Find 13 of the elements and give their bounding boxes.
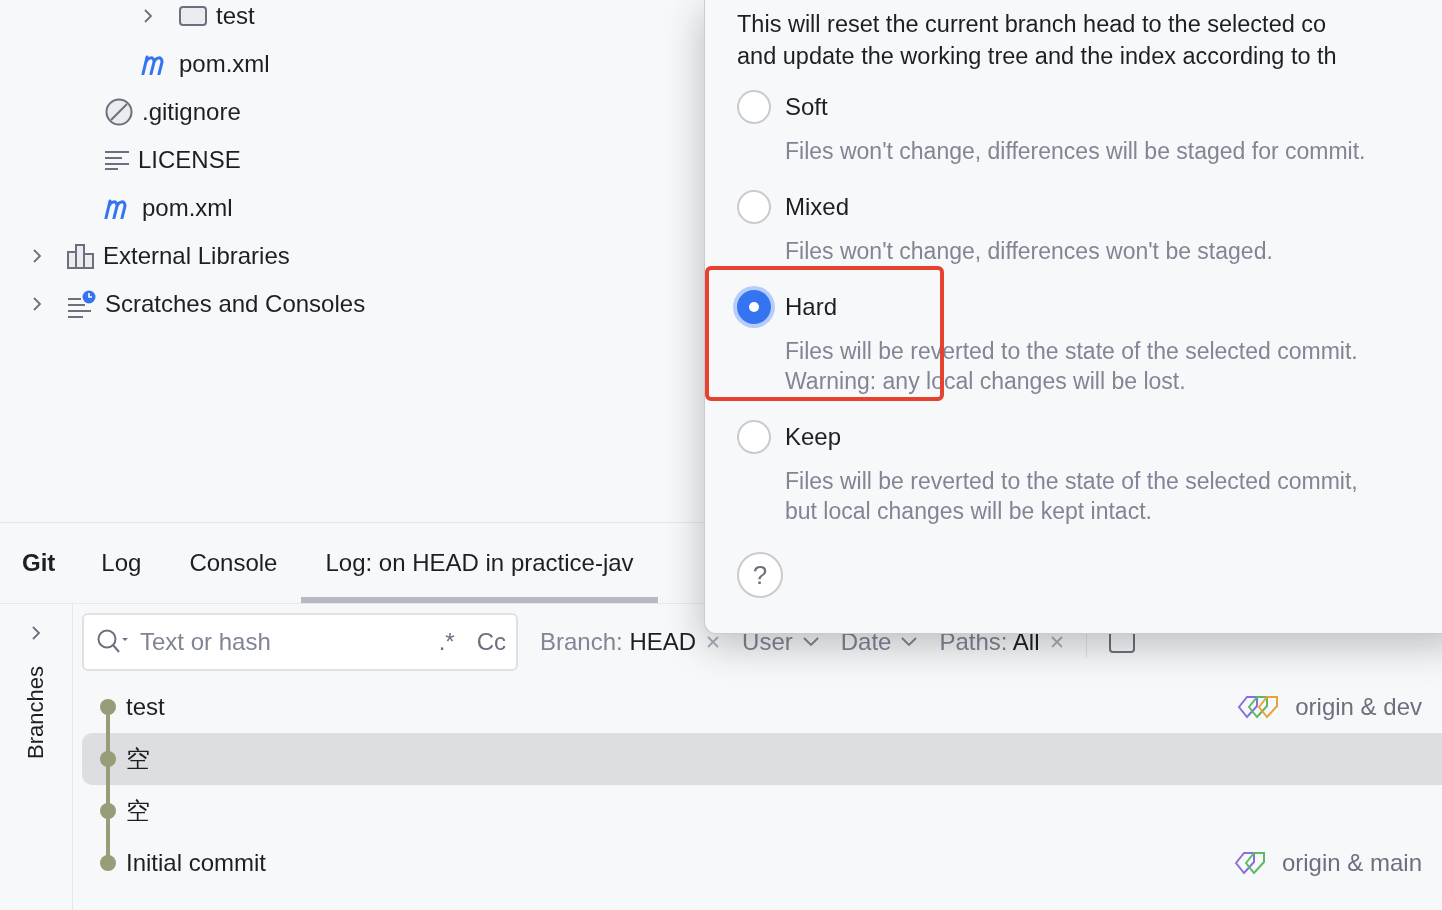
commit-message: 空	[126, 744, 151, 774]
option-description: Files won't change, differences won't be staged.	[785, 237, 1274, 266]
tool-window-title: Git	[22, 549, 56, 577]
option-description: Files will be reverted to the state of the selected commit,	[785, 467, 1359, 496]
commit-message: Initial commit	[126, 849, 268, 877]
dialog-text: and update the working tree and the index according to th	[737, 42, 1338, 71]
dialog-text: This will reset the current branch head to the selected co	[737, 10, 1328, 39]
option-description: Files won't change, differences will be staged for commit.	[785, 137, 1367, 166]
commit-message: test	[126, 693, 166, 721]
commit-message: 空	[126, 796, 151, 826]
branch-label: origin & dev	[1237, 693, 1422, 721]
branch-label: origin & main	[1233, 849, 1422, 877]
option-description: but local changes will be kept intact.	[785, 497, 1153, 526]
